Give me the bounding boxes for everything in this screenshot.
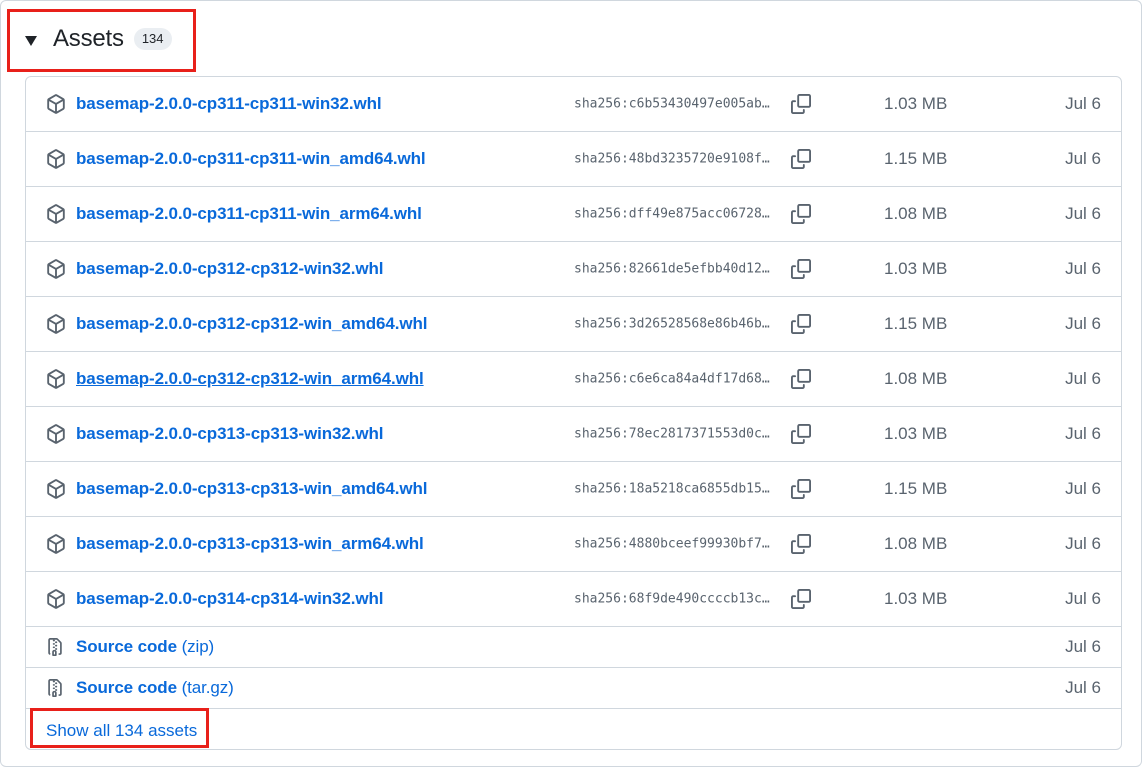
asset-date: Jul 6: [1065, 149, 1101, 168]
asset-date: Jul 6: [1065, 94, 1101, 113]
package-icon: [47, 314, 65, 334]
package-icon: [47, 149, 65, 169]
asset-date: Jul 6: [1065, 589, 1101, 608]
asset-date: Jul 6: [1065, 534, 1101, 553]
package-icon: [47, 479, 65, 499]
copy-icon[interactable]: [791, 369, 811, 389]
copy-icon[interactable]: [791, 204, 811, 224]
file-zip-icon: [48, 679, 62, 697]
asset-row: basemap-2.0.0-cp313-cp313-win32.whl sha2…: [26, 407, 1121, 462]
asset-sha: sha256:82661de5efbb40d12…: [574, 261, 770, 277]
asset-row: basemap-2.0.0-cp312-cp312-win_amd64.whl …: [26, 297, 1121, 352]
asset-sha: sha256:dff49e875acc06728…: [574, 206, 770, 222]
asset-size: 1.03 MB: [884, 424, 948, 443]
copy-icon[interactable]: [791, 149, 811, 169]
package-icon: [47, 259, 65, 279]
assets-count-badge: 134: [133, 28, 172, 50]
asset-date: Jul 6: [1065, 637, 1101, 656]
triangle-down-icon[interactable]: [25, 36, 37, 46]
asset-size: 1.03 MB: [884, 589, 948, 608]
asset-link[interactable]: basemap-2.0.0-cp313-cp313-win32.whl: [76, 424, 383, 444]
asset-link[interactable]: basemap-2.0.0-cp312-cp312-win32.whl: [76, 259, 383, 279]
assets-title: Assets: [53, 25, 124, 52]
asset-size: 1.03 MB: [884, 259, 948, 278]
asset-row: basemap-2.0.0-cp311-cp311-win_arm64.whl …: [26, 187, 1121, 242]
asset-row: basemap-2.0.0-cp312-cp312-win32.whl sha2…: [26, 242, 1121, 297]
package-icon: [47, 424, 65, 444]
asset-sha: sha256:48bd3235720e9108f…: [574, 151, 770, 167]
asset-link[interactable]: basemap-2.0.0-cp311-cp311-win32.whl: [76, 94, 382, 114]
assets-list: basemap-2.0.0-cp311-cp311-win32.whl sha2…: [25, 76, 1122, 750]
source-code-row: Source code (tar.gz) Jul 6: [26, 668, 1121, 709]
source-code-format: (zip): [181, 637, 215, 656]
asset-link[interactable]: basemap-2.0.0-cp314-cp314-win32.whl: [76, 589, 383, 609]
asset-size: 1.08 MB: [884, 534, 948, 553]
asset-link[interactable]: basemap-2.0.0-cp312-cp312-win_amd64.whl: [76, 314, 427, 334]
asset-link[interactable]: basemap-2.0.0-cp313-cp313-win_amd64.whl: [76, 479, 427, 499]
asset-link[interactable]: basemap-2.0.0-cp311-cp311-win_amd64.whl: [76, 149, 426, 169]
asset-row: basemap-2.0.0-cp311-cp311-win32.whl sha2…: [26, 77, 1121, 132]
assets-summary-toggle[interactable]: Assets 134: [25, 21, 172, 57]
asset-date: Jul 6: [1065, 314, 1101, 333]
copy-icon[interactable]: [791, 589, 811, 609]
package-icon: [47, 369, 65, 389]
copy-icon[interactable]: [791, 534, 811, 554]
asset-size: 1.15 MB: [884, 479, 948, 498]
asset-row: basemap-2.0.0-cp311-cp311-win_amd64.whl …: [26, 132, 1121, 187]
asset-row: basemap-2.0.0-cp313-cp313-win_amd64.whl …: [26, 462, 1121, 517]
source-code-label: Source code: [76, 637, 177, 656]
asset-size: 1.03 MB: [884, 94, 948, 113]
asset-sha: sha256:3d26528568e86b46b…: [574, 316, 770, 332]
asset-date: Jul 6: [1065, 369, 1101, 388]
package-icon: [47, 94, 65, 114]
source-code-targz-link[interactable]: Source code (tar.gz): [76, 678, 234, 698]
asset-row: basemap-2.0.0-cp313-cp313-win_arm64.whl …: [26, 517, 1121, 572]
source-code-row: Source code (zip) Jul 6: [26, 627, 1121, 668]
copy-icon[interactable]: [791, 479, 811, 499]
asset-sha: sha256:68f9de490ccccb13c…: [574, 591, 770, 607]
asset-row: basemap-2.0.0-cp314-cp314-win32.whl sha2…: [26, 572, 1121, 627]
asset-size: 1.15 MB: [884, 149, 948, 168]
file-zip-icon: [48, 638, 62, 656]
asset-size: 1.08 MB: [884, 204, 948, 223]
asset-sha: sha256:c6b53430497e005ab…: [574, 96, 770, 112]
asset-size: 1.15 MB: [884, 314, 948, 333]
asset-date: Jul 6: [1065, 424, 1101, 443]
releases-assets-panel: Assets 134 basemap-2.0.0-cp311-cp311-win…: [0, 0, 1142, 767]
asset-sha: sha256:78ec2817371553d0c…: [574, 426, 770, 442]
copy-icon[interactable]: [791, 94, 811, 114]
asset-sha: sha256:18a5218ca6855db15…: [574, 481, 770, 497]
asset-sha: sha256:4880bceef99930bf7…: [574, 536, 770, 552]
asset-sha: sha256:c6e6ca84a4df17d68…: [574, 371, 770, 387]
copy-icon[interactable]: [791, 259, 811, 279]
asset-row: basemap-2.0.0-cp312-cp312-win_arm64.whl …: [26, 352, 1121, 407]
asset-link-hovered[interactable]: basemap-2.0.0-cp312-cp312-win_arm64.whl: [76, 369, 424, 389]
asset-link[interactable]: basemap-2.0.0-cp313-cp313-win_arm64.whl: [76, 534, 424, 554]
source-code-label: Source code: [76, 678, 177, 697]
asset-date: Jul 6: [1065, 678, 1101, 697]
source-code-format: (tar.gz): [181, 678, 234, 697]
package-icon: [47, 204, 65, 224]
source-code-zip-link[interactable]: Source code (zip): [76, 637, 214, 657]
package-icon: [47, 534, 65, 554]
copy-icon[interactable]: [791, 424, 811, 444]
asset-date: Jul 6: [1065, 479, 1101, 498]
show-all-assets-link[interactable]: Show all 134 assets: [46, 721, 197, 741]
asset-link[interactable]: basemap-2.0.0-cp311-cp311-win_arm64.whl: [76, 204, 422, 224]
asset-date: Jul 6: [1065, 259, 1101, 278]
show-all-row: Show all 134 assets: [26, 709, 1121, 749]
asset-size: 1.08 MB: [884, 369, 948, 388]
package-icon: [47, 589, 65, 609]
asset-date: Jul 6: [1065, 204, 1101, 223]
copy-icon[interactable]: [791, 314, 811, 334]
